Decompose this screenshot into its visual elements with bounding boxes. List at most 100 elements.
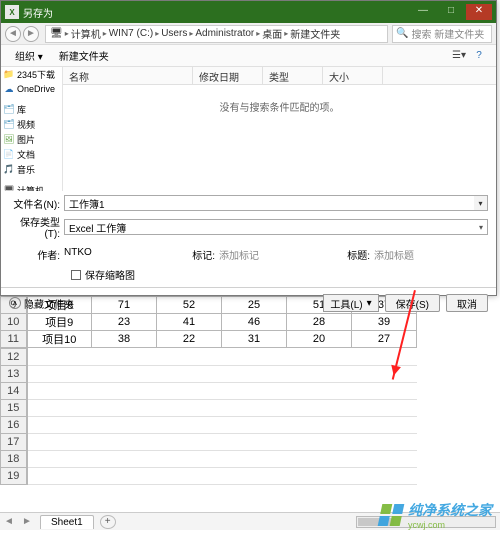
divider xyxy=(1,287,496,288)
organize-button[interactable]: 组织 ▾ xyxy=(9,46,49,65)
table-row: 17 xyxy=(1,434,417,451)
bc-item[interactable]: Administrator xyxy=(195,28,254,39)
empty-cell[interactable] xyxy=(27,400,417,417)
file-list-header: 名称 修改日期 类型 大小 xyxy=(63,67,496,85)
table-row: 16 xyxy=(1,417,417,434)
save-as-dialog: X 另存为 — □ ✕ ◄ ► 🖥 ▸计算机 ▸WIN7 (C:) ▸Users… xyxy=(0,0,497,296)
tab-nav-left-icon[interactable]: ◄ xyxy=(0,516,18,527)
sidebar-item-label: 视频 xyxy=(17,118,35,131)
sidebar-item-label: 2345下载 xyxy=(17,68,55,81)
meta-row: 作者: NTKO 标记: 添加标记 标题: 添加标题 xyxy=(1,245,496,264)
cancel-button[interactable]: 取消 xyxy=(446,294,488,312)
cell[interactable]: 27 xyxy=(352,331,417,348)
sidebar-item[interactable]: 🎵音乐 xyxy=(1,162,62,177)
tab-nav-right-icon[interactable]: ► xyxy=(18,516,36,527)
sheet-tab[interactable]: Sheet1 xyxy=(40,515,94,529)
cell[interactable]: 31 xyxy=(222,331,287,348)
new-folder-button[interactable]: 新建文件夹 xyxy=(53,46,115,65)
thumbnail-checkbox[interactable] xyxy=(71,270,81,280)
close-button[interactable]: ✕ xyxy=(466,4,492,20)
maximize-button[interactable]: □ xyxy=(438,4,464,20)
tools-button[interactable]: 工具(L) ▾ xyxy=(323,294,378,312)
window-title: 另存为 xyxy=(23,5,53,20)
bc-item[interactable]: 计算机 xyxy=(71,26,101,41)
doc-icon: 📄 xyxy=(3,149,15,161)
sidebar-item[interactable]: ☁OneDrive xyxy=(1,82,62,96)
col-date[interactable]: 修改日期 xyxy=(193,67,263,84)
table-row: 11 项目10 38 22 31 20 27 xyxy=(1,331,417,348)
empty-cell[interactable] xyxy=(27,366,417,383)
search-icon: 🔍 xyxy=(396,28,408,39)
pic-icon: 🖼 xyxy=(3,134,15,146)
title-meta-label: 标题: xyxy=(319,247,374,262)
bc-item[interactable]: Users xyxy=(161,28,187,39)
row-header[interactable]: 11 xyxy=(1,331,27,348)
tag-value[interactable]: 添加标记 xyxy=(219,247,319,262)
hide-folders-label: 隐藏文件夹 xyxy=(24,296,74,311)
col-type[interactable]: 类型 xyxy=(263,67,323,84)
spreadsheet-background: 9 项目8 71 52 25 51 37 10 项目9 23 41 46 28 … xyxy=(0,296,500,485)
fields-area: 文件名(N): 工作簿1 ▾ 保存类型(T): Excel 工作簿 ▾ xyxy=(1,191,496,245)
cell[interactable]: 38 xyxy=(92,331,157,348)
filename-dropdown[interactable]: ▾ xyxy=(474,195,488,211)
tools-label: 工具(L) xyxy=(330,296,362,311)
sidebar-item[interactable]: 🖼图片 xyxy=(1,132,62,147)
table-row: 19 xyxy=(1,468,417,485)
sidebar-item[interactable]: 📁2345下载 xyxy=(1,67,62,82)
row-header[interactable]: 17 xyxy=(1,434,27,451)
filename-input[interactable]: 工作簿1 xyxy=(64,195,475,211)
title-meta-value[interactable]: 添加标题 xyxy=(374,247,474,262)
table-row: 13 xyxy=(1,366,417,383)
folder-icon: 📁 xyxy=(3,69,15,81)
search-input[interactable]: 🔍 搜索 新建文件夹 xyxy=(392,25,492,43)
file-list: 名称 修改日期 类型 大小 没有与搜索条件匹配的项。 xyxy=(63,67,496,191)
forward-button[interactable]: ► xyxy=(23,26,39,42)
empty-message: 没有与搜索条件匹配的项。 xyxy=(63,85,496,114)
author-value[interactable]: NTKO xyxy=(64,247,164,262)
sidebar-item[interactable]: 🗂视频 xyxy=(1,117,62,132)
computer-icon: 🖥 xyxy=(50,28,63,39)
cell[interactable]: 20 xyxy=(287,331,352,348)
empty-cell[interactable] xyxy=(27,417,417,434)
row-header[interactable]: 19 xyxy=(1,468,27,485)
empty-cell[interactable] xyxy=(27,383,417,400)
empty-cell[interactable] xyxy=(27,451,417,468)
bc-item[interactable]: WIN7 (C:) xyxy=(109,28,153,39)
minimize-button[interactable]: — xyxy=(410,4,436,20)
add-sheet-button[interactable]: + xyxy=(100,515,116,529)
app-icon: X xyxy=(5,5,19,19)
table-row: 15 xyxy=(1,400,417,417)
view-icon[interactable]: ☰▾ xyxy=(450,48,468,64)
filetype-select[interactable]: Excel 工作簿 ▾ xyxy=(64,219,488,235)
sidebar-item[interactable]: 📄文档 xyxy=(1,147,62,162)
row-header[interactable]: 13 xyxy=(1,366,27,383)
row-header[interactable]: 15 xyxy=(1,400,27,417)
cell[interactable]: 项目10 xyxy=(27,331,92,348)
row-header[interactable]: 16 xyxy=(1,417,27,434)
thumbnail-label: 保存缩略图 xyxy=(85,267,135,282)
bc-item[interactable]: 桌面 xyxy=(262,26,282,41)
breadcrumb[interactable]: 🖥 ▸计算机 ▸WIN7 (C:) ▸Users ▸Administrator … xyxy=(45,25,388,43)
search-placeholder: 搜索 新建文件夹 xyxy=(411,26,484,41)
empty-cell[interactable] xyxy=(27,434,417,451)
sidebar-item[interactable]: 🗂库 xyxy=(1,102,62,117)
cell[interactable]: 22 xyxy=(157,331,222,348)
table-row: 18 xyxy=(1,451,417,468)
lib-icon: 🗂 xyxy=(3,119,15,131)
empty-cell[interactable] xyxy=(27,468,417,485)
help-icon[interactable]: ? xyxy=(470,48,488,64)
back-button[interactable]: ◄ xyxy=(5,26,21,42)
empty-cell[interactable] xyxy=(27,349,417,366)
row-header[interactable]: 14 xyxy=(1,383,27,400)
row-header[interactable]: 12 xyxy=(1,349,27,366)
col-name[interactable]: 名称 xyxy=(63,67,193,84)
sidebar-item-label: 库 xyxy=(17,103,26,116)
hide-folders-button[interactable]: ˄ 隐藏文件夹 xyxy=(9,296,74,311)
pc-icon: 🖥 xyxy=(3,185,15,192)
filename-label: 文件名(N): xyxy=(9,196,64,211)
sidebar-item[interactable]: 🖥计算机 xyxy=(1,183,62,191)
row-header[interactable]: 18 xyxy=(1,451,27,468)
chevron-down-icon: ▾ xyxy=(479,223,483,232)
col-size[interactable]: 大小 xyxy=(323,67,383,84)
bc-item[interactable]: 新建文件夹 xyxy=(290,26,340,41)
